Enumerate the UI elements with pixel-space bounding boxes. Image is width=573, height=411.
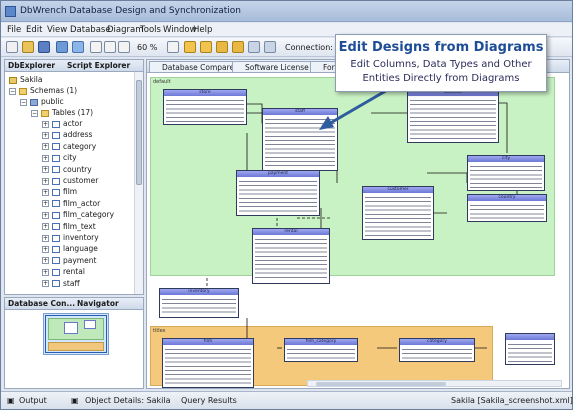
status-bar: ▣ Output ▣ Object Details: Sakila Query … [1, 391, 573, 409]
feature-callout: Edit Designs from Diagrams Edit Columns,… [335, 34, 547, 92]
status-output[interactable]: Output [19, 396, 47, 405]
object-details-icon[interactable]: ▣ [71, 396, 79, 405]
status-object-details[interactable]: Object Details: Sakila [85, 396, 171, 405]
callout-line: Entities Directly from Diagrams [362, 73, 520, 84]
application-window: DbWrench Database Design and Synchroniza… [0, 0, 573, 410]
callout-title: Edit Designs from Diagrams [338, 40, 544, 55]
status-query-results[interactable]: Query Results [181, 396, 237, 405]
callout-line: Edit Columns, Data Types and Other [350, 59, 532, 70]
status-file: Sakila [Sakila_screenshot.xml] [451, 396, 573, 405]
output-icon[interactable]: ▣ [7, 396, 15, 405]
